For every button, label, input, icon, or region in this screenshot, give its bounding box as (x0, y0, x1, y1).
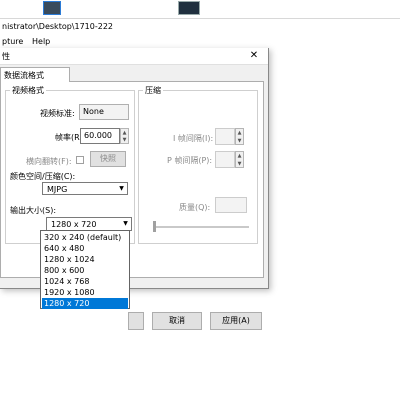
spin-up-icon[interactable]: ▲ (236, 129, 243, 137)
video-standard-field: None (79, 104, 129, 120)
ok-button[interactable] (128, 312, 144, 330)
video-format-group: 视频格式 视频标准: None 帧率(R): 60.000 ▲ ▼ 横向翻转(F… (5, 85, 135, 244)
tab-stream-format[interactable]: 数据流格式 (0, 67, 70, 82)
pframe-interval-spinner[interactable]: ▲ ▼ (235, 151, 244, 168)
app-thumbnail[interactable] (43, 1, 61, 15)
spin-up-icon[interactable]: ▲ (236, 152, 243, 160)
dropdown-option[interactable]: 1920 x 1080 (42, 287, 128, 298)
dropdown-option[interactable]: 1024 x 768 (42, 276, 128, 287)
spin-up-icon[interactable]: ▲ (121, 129, 128, 136)
pframe-interval-input[interactable] (215, 151, 235, 168)
output-size-value: 1280 x 720 (51, 220, 97, 229)
app-thumbnail[interactable] (178, 1, 200, 15)
dropdown-option[interactable]: 800 x 600 (42, 265, 128, 276)
dropdown-option[interactable]: 1280 x 1024 (42, 254, 128, 265)
quality-label: 质量(Q): (179, 203, 211, 212)
dropdown-option[interactable]: 640 x 480 (42, 243, 128, 254)
spin-down-icon[interactable]: ▼ (236, 160, 243, 168)
frame-rate-spinner[interactable]: ▲ ▼ (120, 128, 129, 144)
menu-capture[interactable]: pture (2, 36, 23, 48)
snapshot-button[interactable]: 快照 (90, 151, 126, 167)
app-title: nistrator\Desktop\1710-222 (2, 22, 114, 31)
colorspace-value: MJPG (47, 185, 68, 194)
horizontal-flip-checkbox[interactable] (76, 156, 84, 164)
quality-slider-thumb[interactable] (153, 221, 156, 232)
menu-bar: pture Help (0, 36, 400, 48)
output-size-label: 输出大小(S): (10, 206, 57, 215)
video-standard-value: None (83, 107, 104, 116)
tab-label: 数据流格式 (4, 71, 44, 80)
cancel-button-label: 取消 (169, 316, 185, 325)
snapshot-button-label: 快照 (100, 154, 116, 163)
cancel-button[interactable]: 取消 (152, 312, 202, 330)
chevron-down-icon: ▼ (119, 185, 124, 192)
dialog-title-bar: 性 ✕ (0, 48, 268, 65)
output-size-dropdown-list: 320 x 240 (default) 640 x 480 1280 x 102… (40, 230, 130, 309)
colorspace-label: 颜色空间/压缩(C): (10, 172, 76, 181)
spin-down-icon[interactable]: ▼ (236, 137, 243, 145)
menu-help[interactable]: Help (32, 36, 50, 48)
video-format-group-label: 视频格式 (10, 85, 46, 96)
spin-down-icon[interactable]: ▼ (121, 136, 128, 143)
horizontal-flip-label: 横向翻转(F): (26, 157, 72, 166)
colorspace-select[interactable]: MJPG ▼ (42, 182, 128, 195)
apply-button[interactable]: 应用(A) (210, 312, 262, 330)
quality-input[interactable] (215, 197, 247, 213)
iframe-interval-input[interactable] (215, 128, 235, 145)
dialog-title: 性 (2, 52, 10, 61)
output-size-select[interactable]: 1280 x 720 ▼ (46, 217, 132, 231)
app-title-bar: nistrator\Desktop\1710-222 (0, 20, 400, 34)
dropdown-option-selected[interactable]: 1280 x 720 (42, 298, 128, 309)
close-icon[interactable]: ✕ (243, 49, 265, 63)
frame-rate-input[interactable]: 60.000 (80, 128, 120, 144)
iframe-interval-spinner[interactable]: ▲ ▼ (235, 128, 244, 145)
pframe-interval-label: P 帧间隔(P): (167, 156, 213, 165)
quality-slider-track[interactable] (153, 226, 249, 228)
compression-group: 压缩 I 帧间隔(I): ▲ ▼ P 帧间隔(P): ▲ ▼ 质量(Q): (138, 85, 258, 244)
video-standard-label: 视频标准: (40, 109, 75, 118)
taskbar-strip (0, 0, 400, 19)
frame-rate-value: 60.000 (84, 131, 112, 140)
iframe-interval-label: I 帧间隔(I): (173, 134, 214, 143)
compression-group-label: 压缩 (143, 85, 163, 96)
dropdown-option[interactable]: 320 x 240 (default) (42, 232, 128, 243)
apply-button-label: 应用(A) (222, 316, 250, 325)
chevron-down-icon: ▼ (123, 220, 128, 227)
